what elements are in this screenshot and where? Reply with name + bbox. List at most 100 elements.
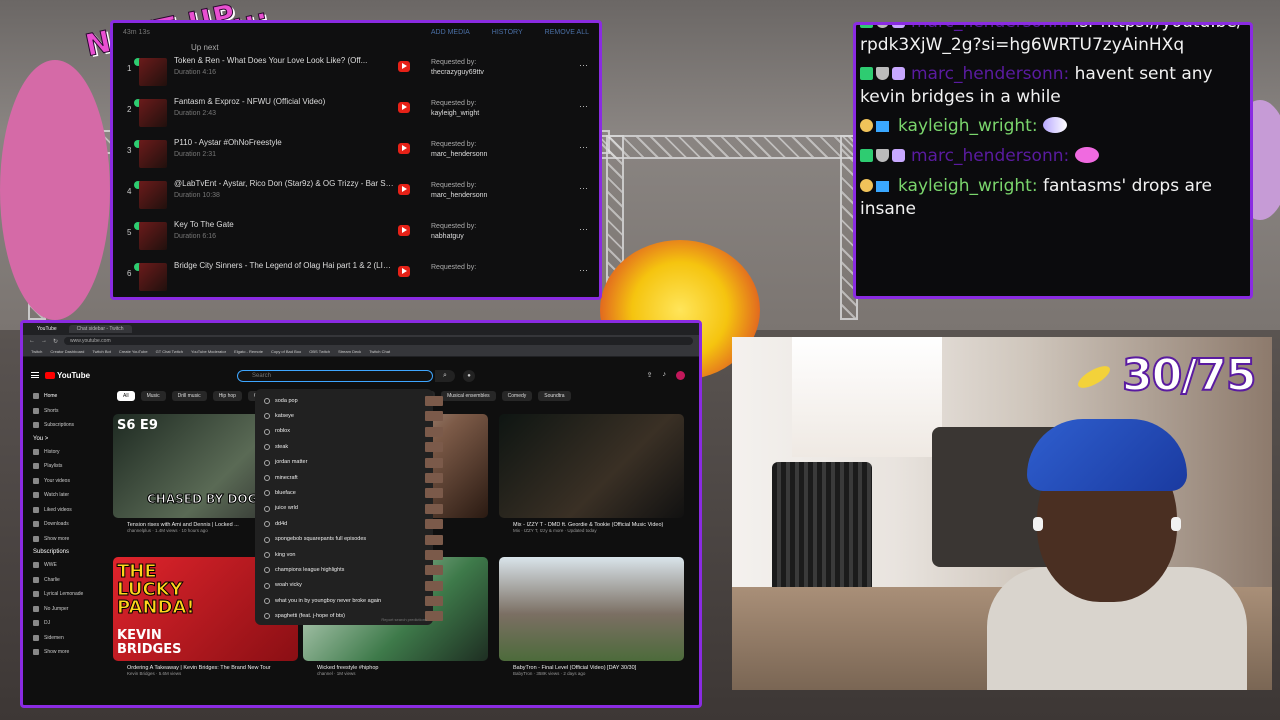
suggestion-thumbnail [425, 442, 443, 453]
remove-all-button[interactable]: REMOVE ALL [545, 29, 589, 36]
bookmark-item[interactable]: Twitch Bot [92, 349, 110, 354]
bookmark-item[interactable]: YouTube Moderator [191, 349, 226, 354]
sidebar-item-label: Charlie [44, 576, 60, 583]
bookmark-item[interactable]: Twitch Chat [369, 349, 390, 354]
youtube-logo[interactable]: YouTube [45, 371, 90, 380]
sidebar-item[interactable]: Sidemen [23, 631, 103, 646]
menu-icon[interactable] [31, 372, 39, 378]
url-field[interactable]: www.youtube.com [64, 337, 693, 345]
search-suggestion[interactable]: blueface [255, 485, 443, 500]
forward-icon[interactable]: → [41, 338, 47, 344]
back-icon[interactable]: ← [29, 338, 35, 344]
search-input[interactable]: Search [237, 370, 433, 382]
sidebar-item[interactable]: Lyrical Lemonade [23, 587, 103, 602]
bell-icon[interactable]: ♪ [663, 371, 667, 380]
sidebar-item[interactable]: WWE [23, 558, 103, 573]
search-suggestions: soda pop katseye roblox steak jordan matter m… [255, 389, 443, 625]
youtube-icon[interactable] [398, 225, 410, 236]
youtube-icon[interactable] [398, 61, 410, 72]
queue-item[interactable]: 3 P110 - Aystar #OhNoFreestyle Duration 2:… [113, 134, 599, 175]
bookmark-item[interactable]: Copy of Bad Boo [271, 349, 301, 354]
avatar[interactable] [676, 371, 685, 380]
search-suggestion[interactable]: dd4d [255, 516, 443, 531]
sidebar-item[interactable]: Show more [23, 532, 103, 547]
sidebar-item[interactable]: Watch later [23, 488, 103, 503]
more-options-icon[interactable]: ⋯ [579, 101, 588, 112]
bookmark-item[interactable]: GT Chat Twitch [156, 349, 183, 354]
goal-counter: 30/75 [1121, 349, 1258, 402]
search-suggestion[interactable]: steak [255, 439, 443, 454]
video-thumbnail[interactable] [499, 414, 684, 518]
sidebar-item[interactable]: Your videos [23, 474, 103, 489]
suggestion-text: soda pop [275, 397, 298, 404]
reload-icon[interactable]: ↻ [53, 338, 58, 345]
search-suggestion[interactable]: juice wrld [255, 501, 443, 516]
bird-emote-icon [1042, 117, 1067, 133]
queue-item[interactable]: 2 Fantasm & Exproz - NFWU (Official Video… [113, 93, 599, 134]
youtube-icon[interactable] [398, 266, 410, 277]
bookmark-item[interactable]: Stream Deck [338, 349, 361, 354]
search-suggestion[interactable]: minecraft [255, 470, 443, 485]
bookmark-item[interactable]: Create YouTube [119, 349, 148, 354]
sidebar-item[interactable]: Downloads [23, 517, 103, 532]
video-card[interactable]: Mix - IZZY T - DMD ft. Geordie & Tookie … [499, 414, 684, 533]
filter-chip[interactable]: Hip hop [212, 391, 242, 401]
history-button[interactable]: HISTORY [492, 29, 523, 36]
sidebar-item[interactable]: History [23, 445, 103, 460]
sidebar-item[interactable]: Subscriptions [23, 418, 103, 433]
sidebar-item[interactable]: Home [23, 389, 103, 404]
tab-chat[interactable]: Chat sidebar - Twitch [68, 325, 132, 333]
bookmark-item[interactable]: Creator Dashboard [50, 349, 84, 354]
youtube-icon[interactable] [398, 143, 410, 154]
bookmark-item[interactable]: OBS Twitch [309, 349, 330, 354]
sidebar-item[interactable]: Show more [23, 645, 103, 660]
search-suggestion[interactable]: katseye [255, 408, 443, 423]
search-suggestion[interactable]: king von [255, 547, 443, 562]
create-icon[interactable]: ⇪ [647, 371, 653, 380]
sidebar-section-heading[interactable]: You > [23, 433, 103, 445]
filter-chip[interactable]: Drill music [171, 391, 207, 401]
search-suggestion[interactable]: woah vicky [255, 578, 443, 593]
search-suggestion[interactable]: soda pop [255, 393, 443, 408]
youtube-icon[interactable] [398, 102, 410, 113]
more-options-icon[interactable]: ⋯ [579, 142, 588, 153]
youtube-icon[interactable] [398, 184, 410, 195]
search-icon[interactable]: ⌕ [435, 370, 455, 382]
filter-chip[interactable]: All [117, 391, 135, 401]
more-options-icon[interactable]: ⋯ [579, 265, 588, 276]
report-predictions-link[interactable]: Report search predictions [381, 617, 427, 622]
video-card[interactable]: BabyTron - Final Level (Official Video) … [499, 557, 684, 676]
queue-item[interactable]: 4 @LabTvEnt - Aystar, Rico Don (Star9z) &… [113, 175, 599, 216]
filter-chip[interactable]: Musical ensembles [441, 391, 496, 401]
sidebar-item[interactable]: Playlists [23, 459, 103, 474]
tab-youtube[interactable]: YouTube [29, 325, 65, 333]
search-suggestion[interactable]: roblox [255, 424, 443, 439]
search-suggestion[interactable]: champions league highlights [255, 562, 443, 577]
bookmark-item[interactable]: Twitch [31, 349, 42, 354]
filter-chip[interactable]: Music [140, 391, 166, 401]
search-suggestion[interactable]: jordan matter [255, 455, 443, 470]
more-options-icon[interactable]: ⋯ [579, 183, 588, 194]
sidebar-item[interactable]: No Jumper [23, 602, 103, 617]
bookmark-item[interactable]: Elgato - Remote [234, 349, 263, 354]
more-options-icon[interactable]: ⋯ [579, 224, 588, 235]
earbud-icon [1033, 517, 1043, 531]
video-thumbnail[interactable] [499, 557, 684, 661]
queue-item[interactable]: 5 Key To The Gate Duration 6:16 Requested b… [113, 216, 599, 257]
sidebar-item[interactable]: Liked videos [23, 503, 103, 518]
sidebar-section-heading[interactable]: Subscriptions [23, 546, 103, 558]
search-suggestion[interactable]: spongebob squarepants full episodes [255, 532, 443, 547]
mic-icon[interactable]: ● [463, 370, 475, 382]
sidebar-item[interactable]: DJ [23, 616, 103, 631]
add-media-button[interactable]: ADD MEDIA [431, 29, 470, 36]
queue-item[interactable]: 6 Bridge City Sinners - The Legend of Ola… [113, 257, 599, 297]
sidebar-item[interactable]: Charlie [23, 573, 103, 588]
suggestion-thumbnail [425, 411, 443, 422]
sidebar-icon [33, 634, 39, 641]
queue-item[interactable]: 1 Token & Ren - What Does Your Love Look … [113, 52, 599, 93]
sidebar-item[interactable]: Shorts [23, 404, 103, 419]
filter-chip[interactable]: Soundtra [538, 391, 571, 401]
more-options-icon[interactable]: ⋯ [579, 60, 588, 71]
filter-chip[interactable]: Comedy [501, 391, 533, 401]
search-suggestion[interactable]: what you in by youngboy never broke agai… [255, 593, 443, 608]
